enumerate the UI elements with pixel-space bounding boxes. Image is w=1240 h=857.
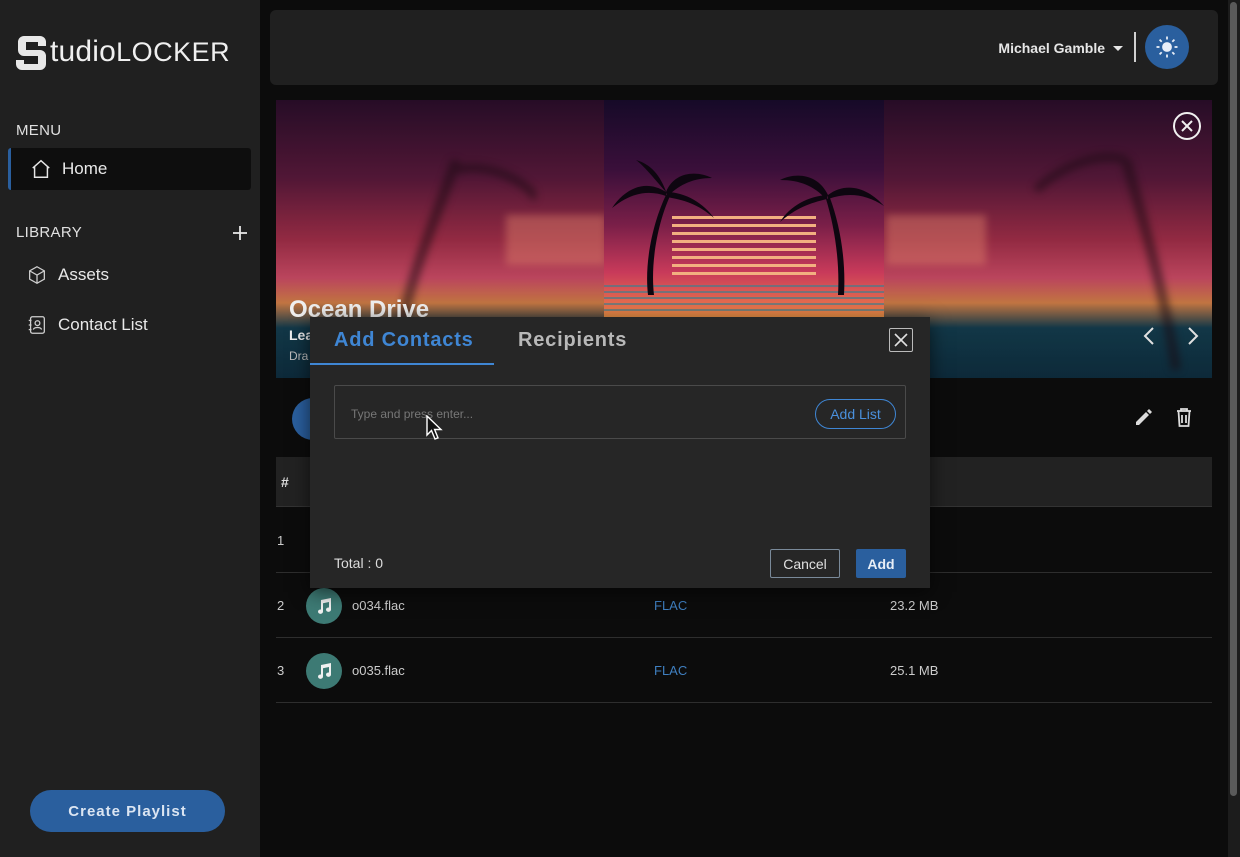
file-type: FLAC <box>654 663 688 678</box>
create-playlist-button[interactable]: Create Playlist <box>30 790 225 832</box>
table-row[interactable]: 3 o035.flac FLAC 25.1 MB <box>276 638 1212 703</box>
chevron-left-icon[interactable] <box>1139 325 1161 347</box>
contacts-input[interactable] <box>351 404 801 424</box>
close-icon <box>894 333 908 347</box>
user-menu[interactable]: Michael Gamble <box>998 40 1123 56</box>
top-bar: Michael Gamble <box>270 10 1218 85</box>
sun-icon <box>1156 36 1178 58</box>
sidebar-item-label: Assets <box>58 265 110 284</box>
chevron-down-icon <box>1113 45 1123 51</box>
contact-book-icon <box>24 312 50 338</box>
music-note-icon <box>306 588 342 624</box>
row-index: 3 <box>277 663 285 678</box>
logo[interactable]: tudioLOCKER <box>16 32 230 72</box>
file-size: 23.2 MB <box>890 598 939 613</box>
playlist-description: Dra <box>289 349 309 363</box>
scrollbar-thumb[interactable] <box>1230 2 1237 796</box>
sidebar-item-label: Home <box>62 159 108 178</box>
tab-recipients[interactable]: Recipients <box>518 329 627 352</box>
theme-toggle-button[interactable] <box>1145 25 1189 69</box>
total-count: Total : 0 <box>334 555 384 571</box>
music-note-icon <box>306 653 342 689</box>
add-library-icon[interactable] <box>229 222 251 244</box>
file-name[interactable]: o035.flac <box>352 663 405 678</box>
home-icon <box>28 156 54 182</box>
sidebar-item-contact-list[interactable]: Contact List <box>8 304 251 346</box>
menu-section-title: MENU <box>16 122 62 139</box>
close-dialog-button[interactable] <box>889 328 913 352</box>
palm-silhouette <box>1033 153 1181 370</box>
divider <box>1134 32 1136 62</box>
file-type: FLAC <box>654 598 688 613</box>
chevron-right-icon[interactable] <box>1181 325 1203 347</box>
column-header-index: # <box>281 474 289 490</box>
close-banner-icon[interactable] <box>1172 111 1202 141</box>
file-size: 25.1 MB <box>890 663 939 678</box>
app-root: tudioLOCKER MENU Home LIBRARY Assets Con… <box>0 0 1240 857</box>
sidebar-item-assets[interactable]: Assets <box>8 254 251 296</box>
contacts-input-box: Add List <box>334 385 906 439</box>
cancel-button[interactable]: Cancel <box>770 549 840 578</box>
file-name[interactable]: o034.flac <box>352 598 405 613</box>
mouse-cursor-icon <box>426 415 443 440</box>
pencil-icon[interactable] <box>1133 406 1155 428</box>
user-name: Michael Gamble <box>998 40 1105 56</box>
row-index: 2 <box>277 598 285 613</box>
box-icon <box>24 262 50 288</box>
active-tab-indicator <box>310 363 494 365</box>
add-button[interactable]: Add <box>856 549 906 578</box>
sidebar-item-label: Contact List <box>58 315 148 334</box>
library-section-title: LIBRARY <box>16 224 83 241</box>
logo-mark-icon <box>16 36 46 70</box>
sidebar-item-home[interactable]: Home <box>8 148 251 190</box>
add-list-button[interactable]: Add List <box>815 399 896 429</box>
trash-icon[interactable] <box>1173 406 1195 428</box>
logo-text: tudioLOCKER <box>50 35 231 68</box>
add-contacts-dialog: Add Contacts Recipients Add List Total :… <box>310 317 930 588</box>
row-index: 1 <box>277 533 285 548</box>
tab-add-contacts[interactable]: Add Contacts <box>334 329 474 352</box>
sidebar: tudioLOCKER MENU Home LIBRARY Assets Con… <box>0 0 260 857</box>
